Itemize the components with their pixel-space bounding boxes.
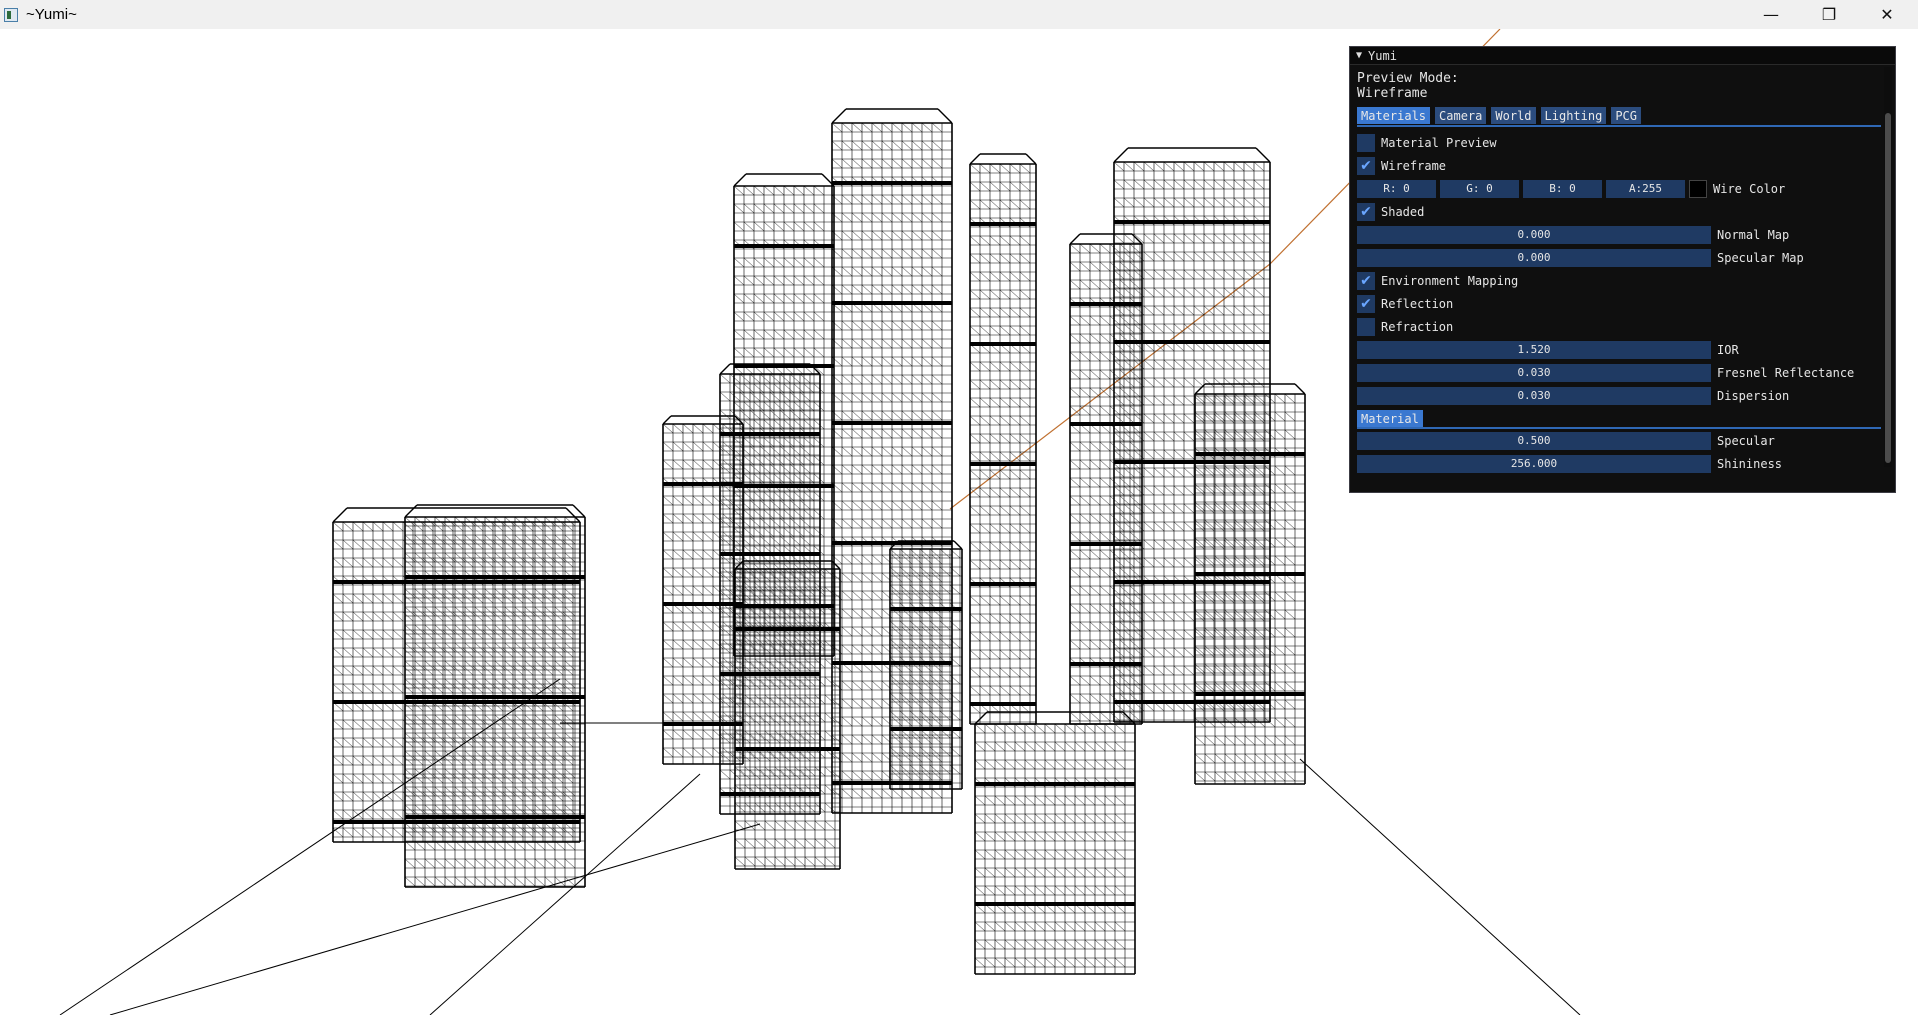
panel-body: Preview Mode: Wireframe Materials Camera… xyxy=(1357,71,1881,475)
preview-mode-value: Wireframe xyxy=(1357,86,1428,101)
panel-titlebar[interactable]: ▼ Yumi xyxy=(1350,47,1895,65)
dispersion-slider[interactable]: 0.030 xyxy=(1357,386,1711,405)
close-icon: ✕ xyxy=(1880,5,1894,24)
close-button[interactable]: ✕ xyxy=(1858,0,1916,29)
environment-mapping-label: Environment Mapping xyxy=(1381,273,1519,288)
material-preview-checkbox[interactable] xyxy=(1357,133,1375,152)
ground-line xyxy=(1299,758,1581,1015)
specular-map-label: Specular Map xyxy=(1717,250,1804,265)
environment-mapping-checkbox[interactable]: ✔ xyxy=(1357,271,1375,290)
shaded-row: ✔ Shaded xyxy=(1357,200,1881,223)
check-icon: ✔ xyxy=(1360,295,1372,312)
panel-tabbar: Materials Camera World Lighting PCG xyxy=(1357,107,1881,127)
reflection-checkbox[interactable]: ✔ xyxy=(1357,294,1375,313)
refraction-row: Refraction xyxy=(1357,315,1881,338)
building-wireframe xyxy=(831,108,953,814)
wire-color-a[interactable]: A:255 xyxy=(1606,179,1685,198)
window-titlebar: ~Yumi~ — ❐ ✕ xyxy=(0,0,1918,29)
app-icon xyxy=(4,7,18,22)
wire-color-label: Wire Color xyxy=(1713,181,1786,196)
tab-material[interactable]: Material xyxy=(1357,410,1423,427)
shaded-checkbox[interactable]: ✔ xyxy=(1357,202,1375,221)
check-icon: ✔ xyxy=(1360,203,1372,220)
scrollbar-thumb[interactable] xyxy=(1885,113,1891,463)
specular-slider[interactable]: 0.500 xyxy=(1357,431,1711,450)
check-icon: ✔ xyxy=(1360,157,1372,174)
fresnel-label: Fresnel Reflectance xyxy=(1717,365,1855,380)
wire-color-g[interactable]: G: 0 xyxy=(1440,179,1519,198)
building-wireframe xyxy=(974,711,1136,975)
specular-label: Specular xyxy=(1717,433,1775,448)
collapse-arrow-icon[interactable]: ▼ xyxy=(1356,50,1362,61)
tab-materials[interactable]: Materials xyxy=(1357,107,1431,124)
dispersion-row: 0.030 Dispersion xyxy=(1357,384,1881,407)
normal-map-label: Normal Map xyxy=(1717,227,1790,242)
dispersion-label: Dispersion xyxy=(1717,388,1790,403)
reflection-label: Reflection xyxy=(1381,296,1454,311)
refraction-checkbox[interactable] xyxy=(1357,317,1375,336)
material-subtabbar: Material xyxy=(1357,410,1881,429)
shininess-slider[interactable]: 256.000 xyxy=(1357,454,1711,473)
panel-scrollbar[interactable] xyxy=(1884,67,1892,467)
ior-row: 1.520 IOR xyxy=(1357,338,1881,361)
wire-color-row: R: 0 G: 0 B: 0 A:255 Wire Color xyxy=(1357,177,1881,200)
wire-color-r[interactable]: R: 0 xyxy=(1357,179,1436,198)
yumi-panel[interactable]: ▼ Yumi Preview Mode: Wireframe Materials… xyxy=(1349,46,1896,493)
specular-row: 0.500 Specular xyxy=(1357,429,1881,452)
fresnel-row: 0.030 Fresnel Reflectance xyxy=(1357,361,1881,384)
fresnel-slider[interactable]: 0.030 xyxy=(1357,363,1711,382)
panel-title: Yumi xyxy=(1368,48,1397,63)
wireframe-checkbox[interactable]: ✔ xyxy=(1357,156,1375,175)
refraction-label: Refraction xyxy=(1381,319,1454,334)
building-wireframe xyxy=(1069,233,1143,725)
preview-mode-label: Preview Mode: xyxy=(1357,71,1459,86)
wireframe-row: ✔ Wireframe xyxy=(1357,154,1881,177)
shininess-row: 256.000 Shininess xyxy=(1357,452,1881,475)
shininess-label: Shininess xyxy=(1717,456,1783,471)
building-wireframe xyxy=(1113,147,1271,723)
building-wireframe xyxy=(332,507,581,843)
specular-map-slider[interactable]: 0.000 xyxy=(1357,248,1711,267)
specular-map-row: 0.000 Specular Map xyxy=(1357,246,1881,269)
tab-lighting[interactable]: Lighting xyxy=(1540,107,1607,124)
building-wireframe xyxy=(733,173,835,657)
normal-map-slider[interactable]: 0.000 xyxy=(1357,225,1711,244)
building-wireframe xyxy=(969,153,1037,725)
building-wireframe xyxy=(404,504,586,888)
normal-map-row: 0.000 Normal Map xyxy=(1357,223,1881,246)
minimize-icon: — xyxy=(1763,5,1779,24)
minimize-button[interactable]: — xyxy=(1742,0,1800,29)
wire-color-swatch[interactable] xyxy=(1689,179,1707,198)
ior-slider[interactable]: 1.520 xyxy=(1357,340,1711,359)
material-preview-label: Material Preview xyxy=(1381,135,1497,150)
material-preview-row: Material Preview xyxy=(1357,131,1881,154)
check-icon: ✔ xyxy=(1360,272,1372,289)
window-title: ~Yumi~ xyxy=(26,6,77,23)
reflection-row: ✔ Reflection xyxy=(1357,292,1881,315)
wire-color-b[interactable]: B: 0 xyxy=(1523,179,1602,198)
ior-label: IOR xyxy=(1717,342,1739,357)
tab-camera[interactable]: Camera xyxy=(1435,107,1487,124)
maximize-icon: ❐ xyxy=(1821,5,1837,24)
shaded-label: Shaded xyxy=(1381,204,1425,219)
tab-world[interactable]: World xyxy=(1491,107,1536,124)
environment-mapping-row: ✔ Environment Mapping xyxy=(1357,269,1881,292)
tab-pcg[interactable]: PCG xyxy=(1611,107,1641,124)
maximize-button[interactable]: ❐ xyxy=(1800,0,1858,29)
wireframe-label: Wireframe xyxy=(1381,158,1447,173)
